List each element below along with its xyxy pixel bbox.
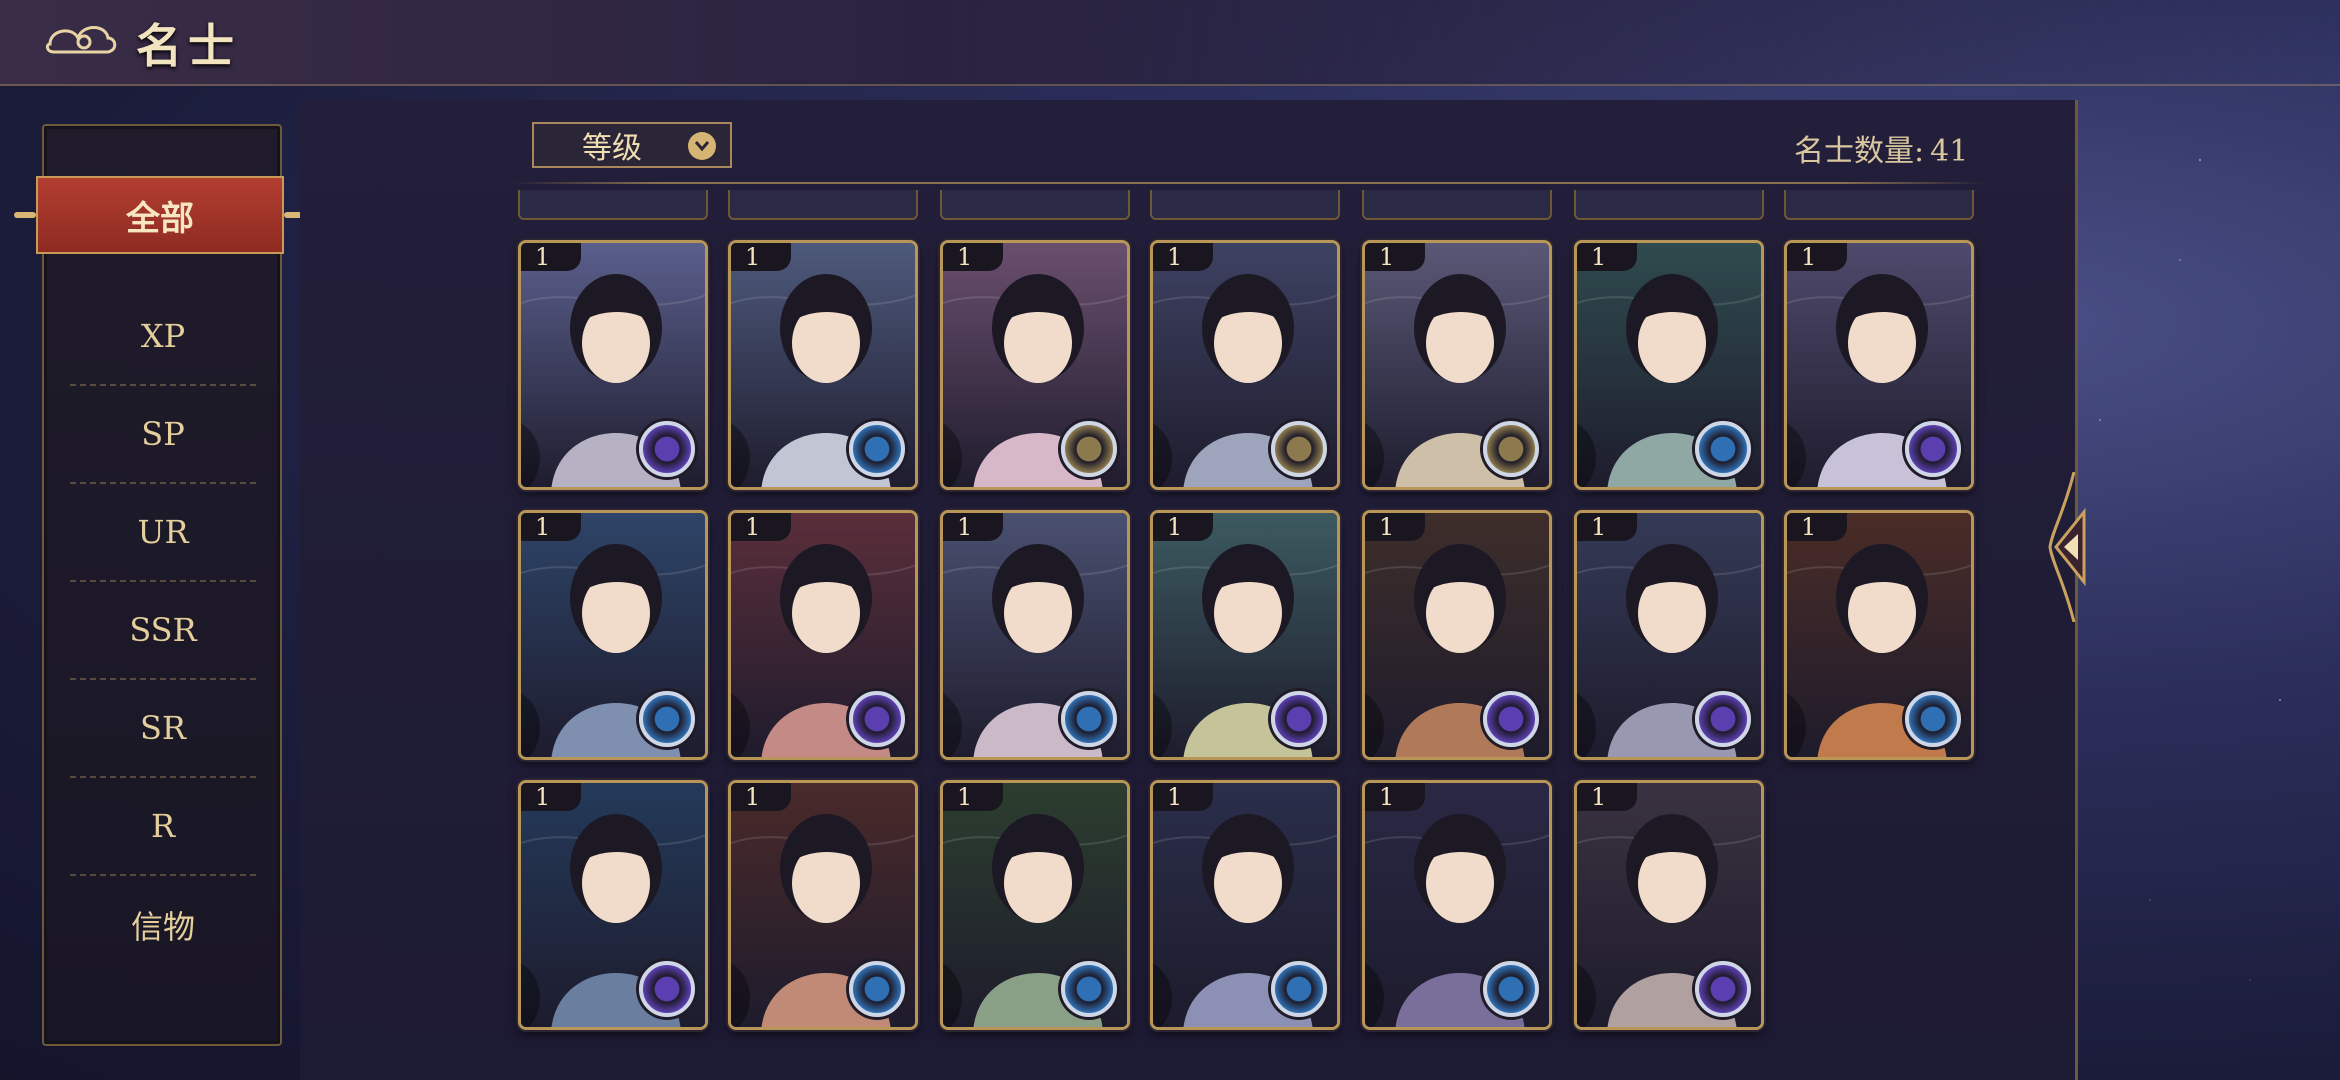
hero-card[interactable]: 1 — [1150, 240, 1340, 490]
faction-badge-icon — [1483, 691, 1539, 747]
hero-level: 1 — [1787, 243, 1847, 271]
sidebar-item-xp[interactable]: XP — [70, 288, 256, 386]
top-header: 名士 — [0, 0, 2340, 86]
sort-dropdown[interactable]: 等级 — [532, 122, 732, 168]
partial-card[interactable] — [1574, 190, 1764, 220]
faction-badge-icon — [1905, 691, 1961, 747]
hero-level: 1 — [521, 513, 581, 541]
hero-card[interactable]: 1 — [940, 780, 1130, 1030]
category-sidebar: 全部 XP SP UR SSR SR R 信物 — [14, 124, 306, 1046]
hero-card[interactable]: 1 — [940, 240, 1130, 490]
faction-badge-icon — [1271, 691, 1327, 747]
hero-level: 1 — [1153, 513, 1213, 541]
faction-badge-icon — [1695, 421, 1751, 477]
hero-level: 1 — [1577, 513, 1637, 541]
faction-badge-icon — [1061, 961, 1117, 1017]
hero-level: 1 — [521, 783, 581, 811]
collapse-arrow-icon[interactable] — [2044, 472, 2090, 622]
hero-card[interactable]: 1 — [1574, 510, 1764, 760]
sidebar-item-all[interactable]: 全部 — [14, 176, 306, 254]
faction-badge-icon — [1695, 961, 1751, 1017]
partial-card[interactable] — [728, 190, 918, 220]
faction-badge-icon — [639, 961, 695, 1017]
hero-level: 1 — [943, 783, 1003, 811]
hero-level: 1 — [1365, 243, 1425, 271]
cloud-emblem-icon[interactable] — [44, 18, 122, 62]
hero-card[interactable]: 1 — [1784, 240, 1974, 490]
hero-level: 1 — [521, 243, 581, 271]
hero-level: 1 — [1153, 243, 1213, 271]
sort-label: 等级 — [582, 131, 642, 166]
hero-card[interactable]: 1 — [1362, 510, 1552, 760]
hero-card[interactable]: 1 — [1150, 780, 1340, 1030]
faction-badge-icon — [1905, 421, 1961, 477]
faction-badge-icon — [849, 691, 905, 747]
hero-count-value: 41 — [1930, 134, 1969, 169]
sidebar-item-ssr[interactable]: SSR — [70, 582, 256, 680]
faction-badge-icon — [639, 691, 695, 747]
faction-badge-icon — [849, 961, 905, 1017]
hero-card[interactable]: 1 — [1574, 780, 1764, 1030]
faction-badge-icon — [1483, 421, 1539, 477]
faction-badge-icon — [1271, 961, 1327, 1017]
hero-card[interactable]: 1 — [518, 780, 708, 1030]
hero-card[interactable]: 1 — [1362, 240, 1552, 490]
hero-card[interactable]: 1 — [1574, 240, 1764, 490]
faction-badge-icon — [639, 421, 695, 477]
faction-badge-icon — [1483, 961, 1539, 1017]
hero-card[interactable]: 1 — [518, 240, 708, 490]
hero-level: 1 — [1365, 513, 1425, 541]
partial-card[interactable] — [1784, 190, 1974, 220]
faction-badge-icon — [1271, 421, 1327, 477]
hero-level: 1 — [731, 783, 791, 811]
chevron-down-icon — [688, 132, 716, 160]
sidebar-item-token[interactable]: 信物 — [70, 876, 256, 974]
sidebar-item-sp[interactable]: SP — [70, 386, 256, 484]
partial-card[interactable] — [1150, 190, 1340, 220]
partial-card[interactable] — [940, 190, 1130, 220]
page-title: 名士 — [136, 19, 240, 73]
faction-badge-icon — [849, 421, 905, 477]
hero-card[interactable]: 1 — [1362, 780, 1552, 1030]
hero-level: 1 — [1577, 783, 1637, 811]
hero-level: 1 — [943, 513, 1003, 541]
hero-count: 名士数量: 41 — [1788, 126, 1968, 170]
sidebar-item-sr[interactable]: SR — [70, 680, 256, 778]
hero-card[interactable]: 1 — [728, 780, 918, 1030]
hero-level: 1 — [1365, 783, 1425, 811]
faction-badge-icon — [1061, 421, 1117, 477]
hero-card[interactable]: 1 — [518, 510, 708, 760]
hero-level: 1 — [1787, 513, 1847, 541]
hero-level: 1 — [731, 243, 791, 271]
hero-card[interactable]: 1 — [1150, 510, 1340, 760]
hero-card[interactable]: 1 — [1784, 510, 1974, 760]
hero-level: 1 — [731, 513, 791, 541]
header-divider — [512, 182, 1986, 184]
hero-count-label: 名士数量: — [1794, 134, 1925, 169]
hero-level: 1 — [1153, 783, 1213, 811]
faction-badge-icon — [1061, 691, 1117, 747]
hero-level: 1 — [1577, 243, 1637, 271]
hero-card[interactable]: 1 — [728, 510, 918, 760]
sidebar-item-r[interactable]: R — [70, 778, 256, 876]
partial-card[interactable] — [1362, 190, 1552, 220]
sidebar-item-ur[interactable]: UR — [70, 484, 256, 582]
partial-card[interactable] — [518, 190, 708, 220]
faction-badge-icon — [1695, 691, 1751, 747]
hero-card[interactable]: 1 — [940, 510, 1130, 760]
hero-card[interactable]: 1 — [728, 240, 918, 490]
hero-level: 1 — [943, 243, 1003, 271]
